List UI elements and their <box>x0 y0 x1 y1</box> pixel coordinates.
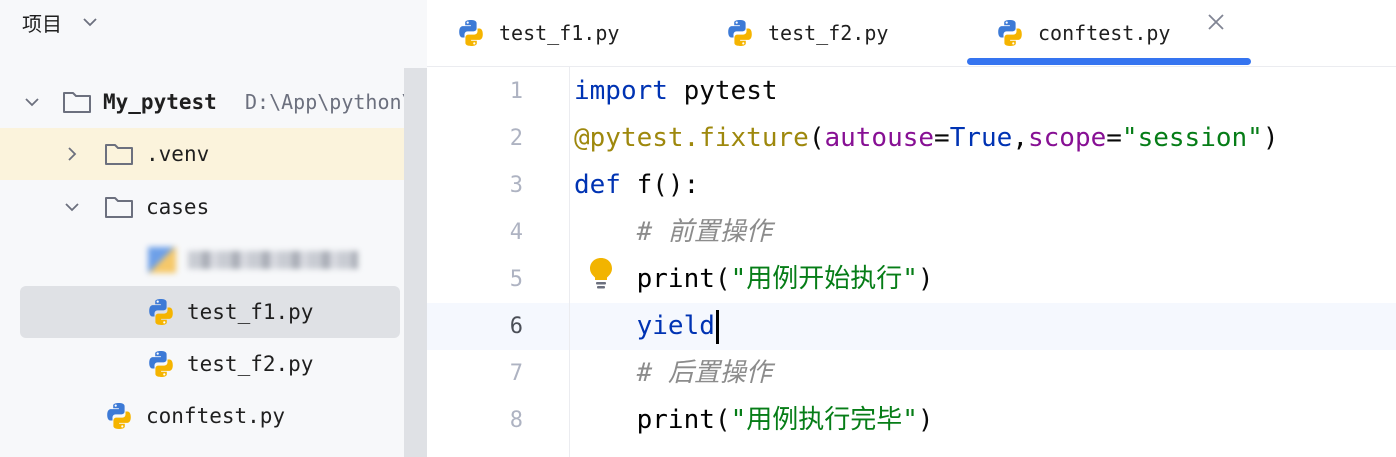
code-line-5[interactable]: print("用例开始执行") <box>574 256 934 303</box>
python-file-icon <box>455 17 487 49</box>
code-text: pytest <box>667 76 778 106</box>
python-file-icon <box>103 400 135 432</box>
parameter: scope <box>1027 123 1107 153</box>
chevron-down-icon[interactable] <box>80 12 100 32</box>
active-tab-indicator <box>967 58 1251 65</box>
tab-test-f1[interactable]: test_f1.py <box>455 0 619 66</box>
tree-item-label-text: venv <box>158 142 210 166</box>
decorator: @pytest.fixture <box>574 123 809 153</box>
editor-tabbar: test_f1.py test_f2.py conftest.py <box>427 0 1396 67</box>
current-line-highlight <box>427 303 1396 350</box>
paren: ) <box>1262 123 1279 153</box>
tree-item-label: .venv <box>146 142 210 166</box>
function-call: print <box>636 405 715 435</box>
tree-item-test-f1[interactable]: test_f1.py <box>20 286 400 338</box>
keyword: True <box>949 123 1013 153</box>
code-editor[interactable]: 1 2 3 4 5 6 7 8 import pytest @pytest.fi… <box>427 67 1396 457</box>
paren: ( <box>714 405 731 435</box>
gutter-separator <box>569 67 570 457</box>
python-file-icon <box>724 17 756 49</box>
project-panel: 项目 My_pytest D:\App\python\ .venv cases … <box>0 0 427 457</box>
tree-item-label: test_f1.py <box>187 300 314 324</box>
line-number-current: 6 <box>509 314 523 339</box>
paren: ( <box>714 264 731 294</box>
comment: # 前置操作 <box>636 217 772 247</box>
line-number: 7 <box>509 361 523 386</box>
tab-test-f2[interactable]: test_f2.py <box>724 0 888 66</box>
keyword: yield <box>636 311 715 341</box>
code-line-3[interactable]: def f(): <box>574 162 699 209</box>
keyword: import <box>574 76 668 106</box>
string-literal: "用例开始执行" <box>730 264 918 294</box>
line-number: 4 <box>509 220 523 245</box>
tree-item-label: conftest.py <box>146 404 286 428</box>
code-line-8[interactable]: print("用例执行完毕") <box>574 397 934 444</box>
tree-item-conftest[interactable]: conftest.py <box>0 390 404 442</box>
line-number: 8 <box>509 408 523 433</box>
tab-conftest[interactable]: conftest.py <box>994 0 1170 66</box>
string-literal: "session" <box>1121 123 1263 153</box>
python-file-icon <box>145 348 177 380</box>
project-path: D:\App\python\ <box>245 90 414 114</box>
line-number: 5 <box>509 267 523 292</box>
tab-label: test_f1.py <box>499 21 620 45</box>
chevron-right-icon[interactable] <box>62 144 82 164</box>
function-call: print <box>636 264 715 294</box>
folder-icon <box>103 138 135 170</box>
comma: , <box>1012 123 1028 153</box>
tab-label: conftest.py <box>1038 21 1171 45</box>
folder-icon <box>103 191 135 223</box>
tree-item-my-pytest[interactable]: My_pytest D:\App\python\ <box>0 76 414 128</box>
code-line-1[interactable]: import pytest <box>574 68 778 115</box>
tree-item-label: test_f2.py <box>187 352 314 376</box>
tree-item-cases[interactable]: cases <box>0 181 404 233</box>
code-line-2[interactable]: @pytest.fixture(autouse=True,scope="sess… <box>574 115 1278 162</box>
chevron-down-icon[interactable] <box>22 92 42 112</box>
tree-item-venv[interactable]: .venv <box>0 128 427 180</box>
tree-item-blurred-file[interactable] <box>0 234 404 286</box>
line-number: 3 <box>509 173 523 198</box>
lightbulb-icon[interactable] <box>587 256 615 292</box>
code-line-7[interactable]: # 后置操作 <box>574 350 772 397</box>
tree-item-label: My_pytest <box>103 90 217 114</box>
tab-label: test_f2.py <box>768 21 889 45</box>
comment: # 后置操作 <box>636 358 772 388</box>
python-file-icon <box>994 17 1026 49</box>
text-caret <box>715 309 719 344</box>
keyword: def <box>574 170 621 200</box>
folder-icon <box>61 86 93 118</box>
operator: = <box>1106 123 1122 153</box>
project-panel-header[interactable]: 项目 <box>22 8 100 36</box>
code-line-6[interactable]: yield <box>574 303 719 350</box>
python-file-icon <box>145 296 177 328</box>
project-panel-scrollbar[interactable] <box>404 68 427 457</box>
line-number: 2 <box>509 126 523 151</box>
code-text: f(): <box>620 170 700 200</box>
paren: ) <box>917 264 934 294</box>
chevron-down-icon[interactable] <box>62 197 82 217</box>
tree-item-test-f2[interactable]: test_f2.py <box>0 338 404 390</box>
parameter: autouse <box>824 123 935 153</box>
paren: ( <box>808 123 825 153</box>
paren: ) <box>917 405 934 435</box>
string-literal: "用例执行完毕" <box>730 405 918 435</box>
blurred-filename <box>148 245 358 275</box>
close-icon[interactable] <box>1204 10 1228 34</box>
operator: = <box>934 123 950 153</box>
line-number: 1 <box>509 79 523 104</box>
project-panel-title: 项目 <box>22 11 62 36</box>
tree-item-label: cases <box>146 195 210 219</box>
code-line-4[interactable]: # 前置操作 <box>574 209 772 256</box>
